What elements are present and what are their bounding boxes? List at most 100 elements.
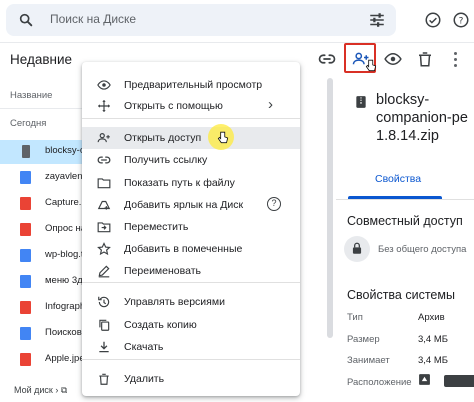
- details-file-name-line3: 1.8.14.zip: [376, 128, 439, 144]
- history-icon: [98, 296, 110, 308]
- details-file-name-line1: blocksy-: [376, 92, 430, 108]
- menu-item[interactable]: Открыть доступ: [82, 127, 300, 149]
- move-icon: [97, 222, 111, 233]
- cursor-hand-icon: [365, 59, 377, 72]
- header-divider: [0, 42, 474, 43]
- menu-item[interactable]: Открыть с помощью ›: [82, 95, 300, 117]
- menu-item-label: Получить ссылку: [124, 154, 208, 166]
- offline-status-icon[interactable]: [424, 11, 442, 29]
- menu-item[interactable]: Получить ссылку: [82, 149, 300, 171]
- menu-item-label: Предварительный просмотр: [124, 79, 263, 91]
- file-row[interactable]: Infograph: [0, 296, 86, 320]
- search-icon: [19, 13, 33, 27]
- doc-icon: [20, 275, 31, 288]
- menu-item-label: Открыть доступ: [124, 132, 202, 144]
- file-row[interactable]: меню 3д: [0, 270, 83, 294]
- menu-item[interactable]: Управлять версиями: [82, 291, 300, 313]
- menu-item[interactable]: Показать путь к файлу: [82, 172, 300, 194]
- file-name: blocksy-c: [45, 145, 85, 156]
- page-title: Недавние: [10, 52, 73, 67]
- zip-icon: ⧉: [60, 385, 68, 395]
- file-row[interactable]: Поисков: [0, 322, 82, 346]
- section-label-today: Сегодня: [10, 118, 47, 129]
- eye-icon[interactable]: [384, 50, 402, 68]
- trash-icon[interactable]: [416, 50, 434, 68]
- menu-item-label: Добавить в помеченные: [124, 243, 243, 255]
- drive-shortcut-icon: [97, 200, 111, 210]
- image-icon: [20, 301, 31, 314]
- svg-text:?: ?: [459, 16, 464, 26]
- file-row[interactable]: Capture.P: [0, 192, 88, 216]
- prop-size-key: Размер: [347, 334, 380, 345]
- file-name: wp-blog.t: [45, 249, 84, 260]
- zip-icon: [22, 145, 30, 158]
- menu-item-label: Добавить ярлык на Диск: [124, 199, 244, 211]
- file-name: Apple.jpe: [45, 353, 85, 364]
- prop-size-value: 3,4 МБ: [418, 334, 448, 345]
- menu-item[interactable]: Создать копию: [82, 314, 300, 336]
- cursor-hand-icon: [208, 124, 234, 150]
- file-row[interactable]: blocksy-c: [0, 140, 85, 164]
- breadcrumb[interactable]: Мой диск › ⧉: [14, 385, 67, 396]
- menu-item-label: Открыть с помощью: [124, 100, 223, 112]
- lock-icon: [352, 242, 362, 254]
- menu-item-label: Управлять версиями: [124, 296, 225, 308]
- download-icon: [99, 341, 109, 353]
- prop-type-value: Архив: [418, 312, 445, 323]
- file-name: Infograph: [45, 301, 86, 312]
- menu-item-label: Переименовать: [124, 265, 201, 277]
- folder-icon: [97, 178, 111, 189]
- image-icon: [20, 197, 31, 210]
- doc-icon: [20, 327, 31, 340]
- help-icon[interactable]: ?: [452, 11, 470, 29]
- context-menu: Предварительный просмотр Открыть с помощь…: [82, 62, 300, 396]
- column-header-name[interactable]: Название: [10, 90, 52, 101]
- file-name: Опрос на: [45, 223, 87, 234]
- person-add-icon: [97, 133, 110, 143]
- file-name: Поисков: [45, 327, 82, 338]
- search-bar[interactable]: Поиск на Диске: [6, 4, 396, 36]
- doc-icon: [20, 249, 31, 262]
- file-row[interactable]: zayavlenie: [0, 166, 90, 190]
- copy-icon: [99, 319, 110, 331]
- drive-folder-icon: [419, 374, 430, 385]
- menu-item[interactable]: Скачать: [82, 336, 300, 358]
- file-row[interactable]: wp-blog.t: [0, 244, 84, 268]
- tabs-divider: [336, 199, 474, 200]
- prop-quota-value: 3,4 МБ: [418, 355, 448, 366]
- menu-divider: [82, 118, 300, 119]
- menu-item[interactable]: Переместить: [82, 216, 300, 238]
- file-row[interactable]: Apple.jpe: [0, 348, 85, 372]
- menu-item[interactable]: Переименовать: [82, 260, 300, 282]
- menu-item[interactable]: Предварительный просмотр: [82, 74, 300, 96]
- menu-item[interactable]: Удалить: [82, 368, 300, 390]
- breadcrumb-root[interactable]: Мой диск: [14, 385, 53, 395]
- trash-icon: [99, 373, 109, 385]
- image-icon: [20, 223, 31, 236]
- eye-icon: [97, 80, 111, 90]
- link-icon[interactable]: [318, 50, 336, 68]
- open-with-icon: [98, 100, 110, 112]
- search-input[interactable]: Поиск на Диске: [50, 12, 136, 26]
- sharing-status: Без общего доступа: [378, 244, 467, 255]
- menu-item-label: Показать путь к файлу: [124, 177, 235, 189]
- system-section-title: Свойства системы: [347, 288, 455, 302]
- menu-item-label: Создать копию: [124, 319, 197, 331]
- star-icon: [97, 242, 111, 256]
- menu-item-label: Удалить: [124, 373, 165, 385]
- file-row[interactable]: Опрос на: [0, 218, 86, 242]
- tab-properties[interactable]: Свойства: [375, 173, 421, 185]
- prop-quota-key: Занимает: [347, 355, 390, 366]
- more-options-icon[interactable]: [452, 51, 460, 67]
- image-icon: [20, 353, 31, 366]
- search-options-icon[interactable]: [368, 11, 386, 29]
- menu-item[interactable]: Добавить в помеченные: [82, 238, 300, 260]
- help-icon[interactable]: ?: [267, 197, 281, 211]
- prop-location-key: Расположение: [347, 377, 412, 388]
- location-chip[interactable]: [444, 375, 474, 387]
- scrollbar[interactable]: [327, 78, 333, 338]
- menu-item-label: Переместить: [124, 221, 189, 233]
- doc-icon: [20, 171, 31, 184]
- menu-divider: [82, 282, 300, 283]
- file-name: меню 3д: [45, 275, 83, 286]
